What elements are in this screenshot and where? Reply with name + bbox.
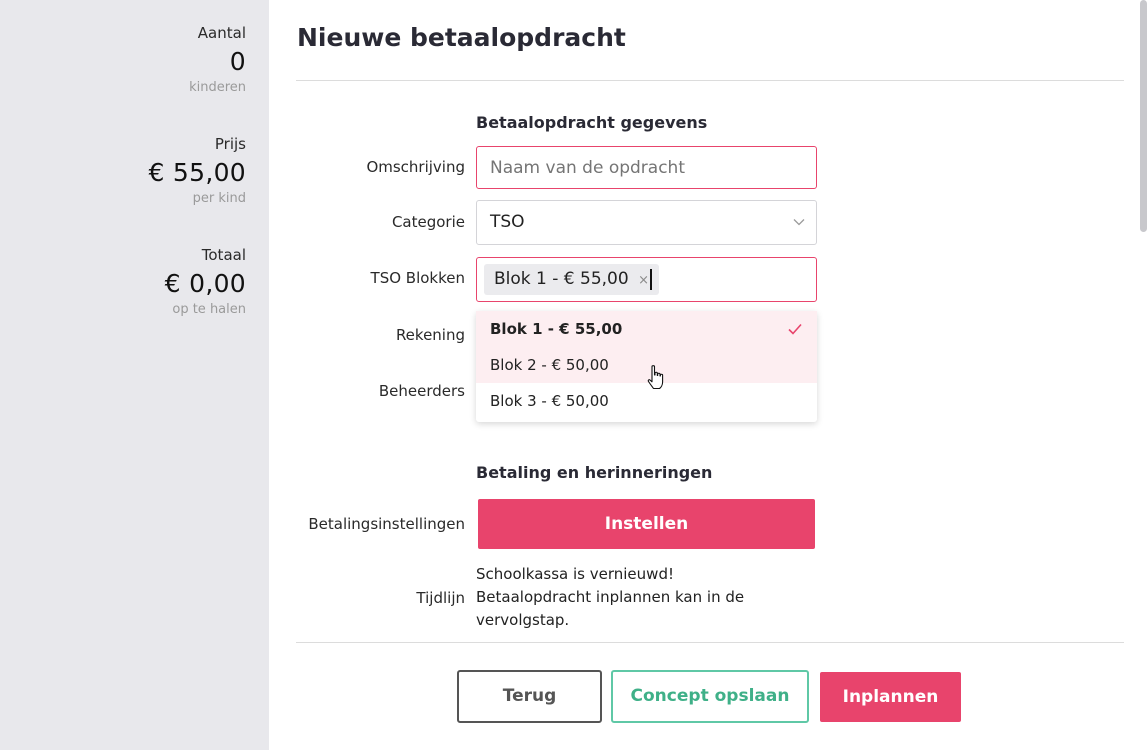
stat-aantal-sub: kinderen	[189, 80, 246, 95]
scrollbar-thumb[interactable]	[1140, 0, 1147, 232]
check-icon	[788, 323, 802, 335]
label-tso-blokken: TSO Blokken	[370, 269, 465, 287]
hand-pointer-icon	[647, 365, 664, 390]
schedule-button[interactable]: Inplannen	[820, 672, 961, 722]
section-title-gegevens: Betaalopdracht gegevens	[476, 113, 708, 132]
stat-totaal-label: Totaal	[201, 246, 246, 264]
instellen-button[interactable]: Instellen	[478, 499, 815, 549]
stat-totaal-value: € 0,00	[164, 269, 246, 298]
note-line: vervolgstap.	[476, 611, 570, 629]
text-caret	[650, 269, 652, 290]
stat-totaal: Totaal € 0,00 op te halen	[165, 246, 246, 317]
stat-aantal: Aantal 0 kinderen	[189, 24, 246, 95]
label-tijdlijn: Tijdlijn	[416, 589, 465, 607]
omschrijving-input[interactable]	[476, 146, 817, 189]
categorie-select[interactable]: TSO	[476, 200, 817, 245]
stat-prijs-value: € 55,00	[148, 158, 246, 187]
label-beheerders: Beheerders	[378, 382, 465, 400]
label-omschrijving: Omschrijving	[366, 158, 465, 176]
option-label: Blok 3 - € 50,00	[490, 392, 609, 410]
stat-aantal-label: Aantal	[197, 24, 246, 42]
divider	[296, 80, 1124, 81]
label-rekening: Rekening	[395, 326, 465, 344]
stat-aantal-value: 0	[229, 47, 246, 76]
chevron-down-icon	[793, 219, 805, 226]
option-label: Blok 2 - € 50,00	[490, 356, 609, 374]
page-title: Nieuwe betaalopdracht	[297, 23, 626, 52]
close-icon[interactable]: ×	[638, 273, 649, 288]
chip-label: Blok 1 - € 55,00	[494, 269, 629, 289]
option-label: Blok 1 - € 55,00	[490, 320, 623, 338]
summary-sidebar: Aantal 0 kinderen Prijs € 55,00 per kind…	[0, 0, 269, 750]
note-line: Schoolkassa is vernieuwd!	[476, 565, 674, 583]
dropdown-option[interactable]: Blok 1 - € 55,00	[476, 311, 817, 347]
tijdlijn-note: Schoolkassa is vernieuwd! Betaalopdracht…	[476, 563, 766, 632]
scrollbar[interactable]	[1139, 0, 1148, 750]
section-title-betaling: Betaling en herinneringen	[476, 463, 713, 482]
divider	[296, 642, 1124, 643]
back-button[interactable]: Terug	[457, 670, 602, 723]
selected-chip: Blok 1 - € 55,00 ×	[484, 264, 659, 295]
main-panel: Nieuwe betaalopdracht Betaalopdracht geg…	[269, 0, 1148, 750]
stat-prijs-label: Prijs	[214, 135, 246, 153]
stat-prijs-sub: per kind	[192, 191, 246, 206]
categorie-value: TSO	[490, 212, 525, 232]
label-categorie: Categorie	[391, 213, 465, 231]
note-line: Betaalopdracht inplannen kan in de	[476, 588, 745, 606]
stat-prijs: Prijs € 55,00 per kind	[148, 135, 246, 206]
stat-totaal-sub: op te halen	[172, 302, 246, 317]
save-concept-button[interactable]: Concept opslaan	[611, 670, 809, 723]
label-betalingsinstellingen: Betalingsinstellingen	[308, 515, 465, 533]
tso-blokken-multiselect[interactable]: Blok 1 - € 55,00 ×	[476, 257, 817, 302]
